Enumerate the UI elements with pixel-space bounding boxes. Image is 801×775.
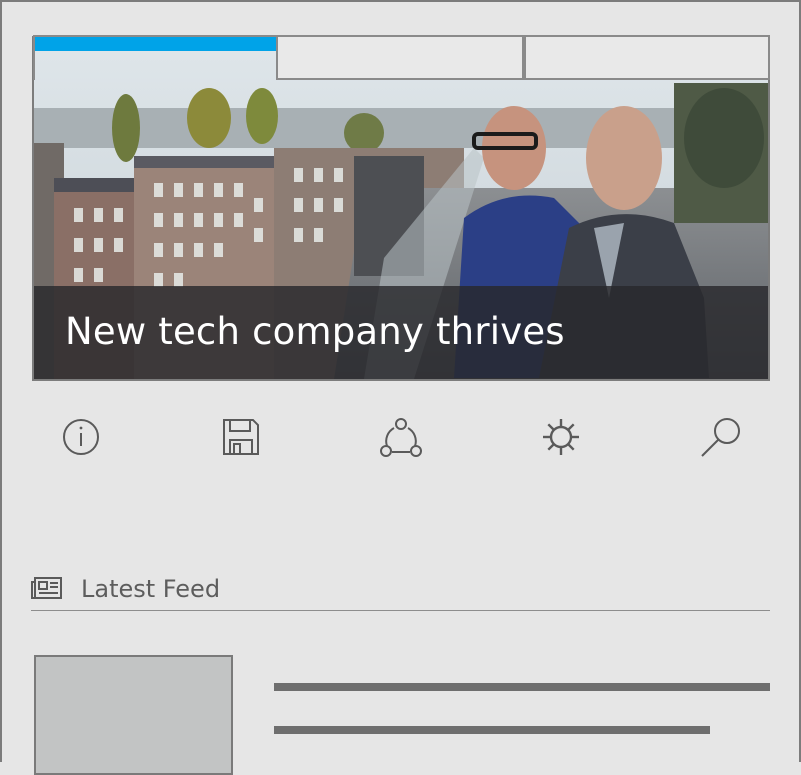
feed-item-subtitle-placeholder [274,726,710,734]
hero-carousel[interactable]: New tech company thrives [32,36,770,381]
feed-divider [31,610,770,611]
settings-icon[interactable] [540,416,582,458]
share-icon[interactable] [380,416,422,458]
hero-tab-1[interactable] [33,35,278,80]
search-icon[interactable] [700,416,742,458]
hero-caption[interactable]: New tech company thrives [65,310,565,353]
newspaper-icon [31,576,63,602]
info-icon[interactable] [60,416,102,458]
feed-title: Latest Feed [81,575,221,603]
hero-caption-bar: New tech company thrives [34,286,768,379]
active-tab-indicator [35,37,276,51]
feed-item-title-placeholder[interactable] [274,683,770,691]
hero-tab-2[interactable] [278,35,524,80]
save-icon[interactable] [220,416,262,458]
hero-tab-3[interactable] [524,35,770,80]
feed-item-thumbnail[interactable] [34,655,233,775]
